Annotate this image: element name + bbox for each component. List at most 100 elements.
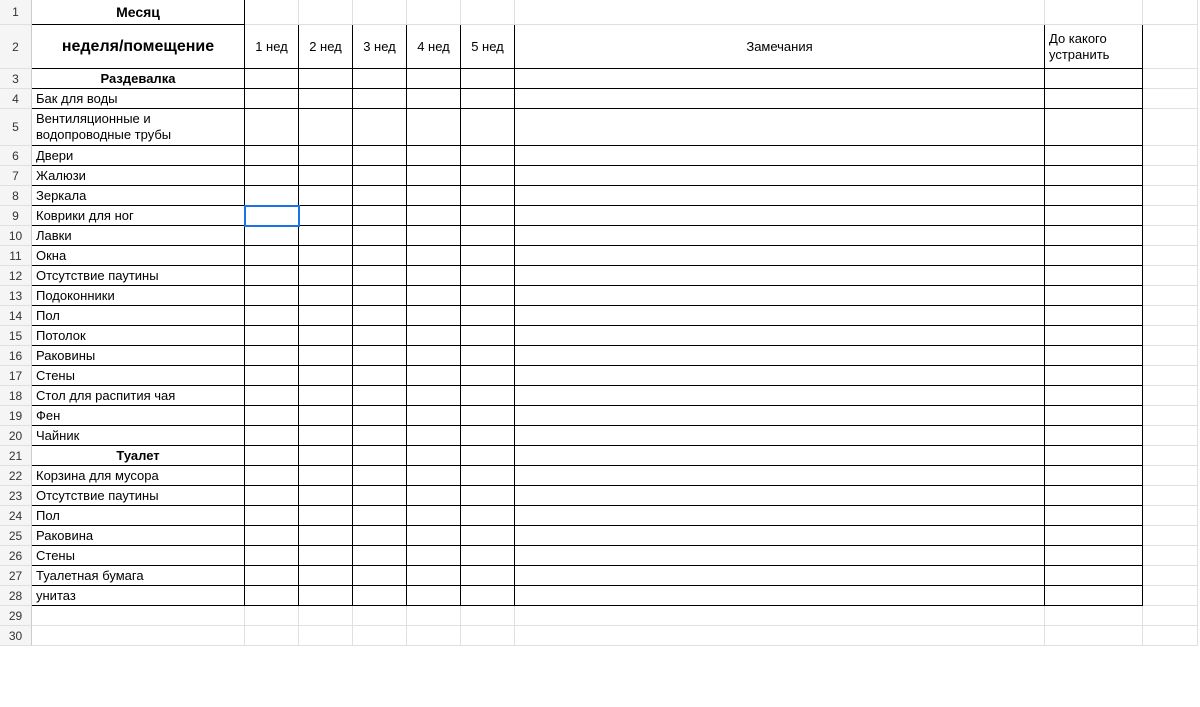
cell[interactable] — [245, 109, 299, 146]
cell[interactable] — [353, 246, 407, 266]
cell[interactable] — [299, 286, 353, 306]
cell[interactable] — [461, 446, 515, 466]
cell[interactable] — [1045, 526, 1143, 546]
cell[interactable] — [515, 266, 1045, 286]
cell[interactable] — [515, 626, 1045, 646]
cell-item[interactable]: Пол — [32, 506, 245, 526]
cell[interactable] — [1045, 0, 1143, 25]
cell[interactable] — [1045, 626, 1143, 646]
cell[interactable] — [1143, 626, 1198, 646]
cell-week5-header[interactable]: 5 нед — [461, 25, 515, 69]
cell[interactable] — [353, 69, 407, 89]
cell[interactable] — [407, 606, 461, 626]
row-number[interactable]: 26 — [0, 546, 32, 566]
cell[interactable] — [1045, 109, 1143, 146]
cell[interactable] — [515, 526, 1045, 546]
cell[interactable] — [515, 0, 1045, 25]
cell-item[interactable]: Раковины — [32, 346, 245, 366]
cell[interactable] — [407, 306, 461, 326]
cell-week-room-header[interactable]: неделя/помещение — [32, 25, 245, 69]
cell[interactable] — [1045, 286, 1143, 306]
cell[interactable] — [353, 546, 407, 566]
cell[interactable] — [299, 586, 353, 606]
cell[interactable] — [1143, 69, 1198, 89]
cell[interactable] — [515, 506, 1045, 526]
cell[interactable] — [1045, 486, 1143, 506]
cell[interactable] — [299, 206, 353, 226]
cell-item[interactable]: Корзина для мусора — [32, 466, 245, 486]
cell[interactable] — [299, 186, 353, 206]
cell[interactable] — [515, 546, 1045, 566]
cell[interactable] — [245, 286, 299, 306]
cell[interactable] — [245, 89, 299, 109]
cell[interactable] — [245, 186, 299, 206]
cell[interactable] — [407, 526, 461, 546]
cell[interactable] — [1045, 266, 1143, 286]
cell[interactable] — [1045, 186, 1143, 206]
cell-item[interactable]: Фен — [32, 406, 245, 426]
cell[interactable] — [1143, 0, 1198, 25]
row-number[interactable]: 25 — [0, 526, 32, 546]
cell[interactable] — [1143, 146, 1198, 166]
cell[interactable] — [245, 626, 299, 646]
row-number[interactable]: 15 — [0, 326, 32, 346]
cell[interactable] — [515, 166, 1045, 186]
cell[interactable] — [353, 566, 407, 586]
cell-item[interactable]: Коврики для ног — [32, 206, 245, 226]
row-number[interactable]: 30 — [0, 626, 32, 646]
cell[interactable] — [407, 446, 461, 466]
cell[interactable] — [515, 206, 1045, 226]
row-number[interactable]: 1 — [0, 0, 32, 25]
row-number[interactable]: 6 — [0, 146, 32, 166]
cell[interactable] — [407, 186, 461, 206]
cell[interactable] — [407, 486, 461, 506]
cell[interactable] — [407, 566, 461, 586]
row-number[interactable]: 13 — [0, 286, 32, 306]
cell[interactable] — [353, 606, 407, 626]
cell-item[interactable]: Отсутствие паутины — [32, 486, 245, 506]
cell[interactable] — [515, 486, 1045, 506]
cell[interactable] — [407, 206, 461, 226]
cell[interactable] — [245, 226, 299, 246]
row-number[interactable]: 5 — [0, 109, 32, 146]
cell[interactable] — [353, 526, 407, 546]
cell[interactable] — [299, 426, 353, 446]
row-number[interactable]: 10 — [0, 226, 32, 246]
cell[interactable] — [1045, 326, 1143, 346]
cell-item[interactable]: Пол — [32, 306, 245, 326]
cell[interactable] — [1143, 206, 1198, 226]
cell[interactable] — [299, 366, 353, 386]
cell[interactable] — [1143, 286, 1198, 306]
cell[interactable] — [1045, 166, 1143, 186]
cell[interactable] — [245, 526, 299, 546]
cell[interactable] — [299, 69, 353, 89]
cell-item[interactable]: Стены — [32, 546, 245, 566]
cell[interactable] — [245, 586, 299, 606]
cell-week2-header[interactable]: 2 нед — [299, 25, 353, 69]
cell[interactable] — [353, 306, 407, 326]
cell[interactable] — [407, 69, 461, 89]
cell[interactable] — [245, 366, 299, 386]
cell[interactable] — [353, 266, 407, 286]
cell[interactable] — [353, 386, 407, 406]
cell[interactable] — [1045, 366, 1143, 386]
cell[interactable] — [407, 0, 461, 25]
cell[interactable] — [1143, 486, 1198, 506]
row-number[interactable]: 12 — [0, 266, 32, 286]
spreadsheet-grid[interactable]: 1 Месяц 2 неделя/помещение 1 нед 2 нед 3… — [0, 0, 1200, 707]
cell-item[interactable]: унитаз — [32, 586, 245, 606]
cell-month-header[interactable]: Месяц — [32, 0, 245, 25]
row-number[interactable]: 3 — [0, 69, 32, 89]
cell[interactable] — [353, 286, 407, 306]
cell-section-toilet[interactable]: Туалет — [32, 446, 245, 466]
cell[interactable] — [245, 426, 299, 446]
cell[interactable] — [461, 246, 515, 266]
cell[interactable] — [1143, 386, 1198, 406]
cell[interactable] — [245, 266, 299, 286]
cell[interactable] — [461, 406, 515, 426]
cell[interactable] — [245, 486, 299, 506]
cell[interactable] — [299, 109, 353, 146]
cell[interactable] — [515, 109, 1045, 146]
cell[interactable] — [515, 406, 1045, 426]
cell[interactable] — [515, 246, 1045, 266]
